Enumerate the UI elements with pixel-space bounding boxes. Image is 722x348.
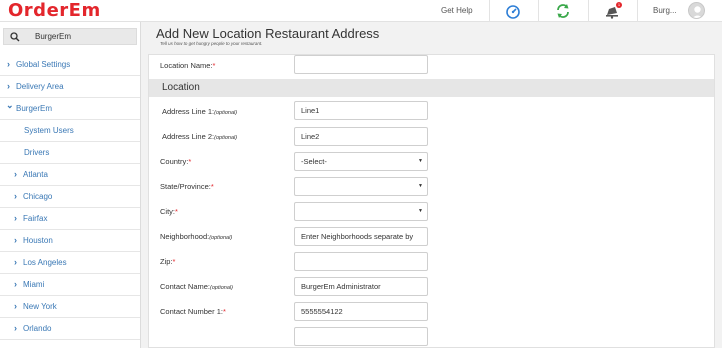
country-select-value: -Select-	[301, 157, 327, 166]
location-form: Location Name:* Location Address Line 1:…	[148, 54, 715, 348]
zip-label: Zip:*	[160, 257, 176, 266]
page-subtitle: Tell us how to get hungry people to your…	[160, 41, 263, 46]
sidebar-item-label: System Users	[24, 126, 74, 135]
location-name-input[interactable]	[294, 55, 428, 74]
sidebar-item-orlando[interactable]: › Orlando	[0, 318, 140, 340]
chevron-right-icon: ›	[14, 213, 17, 223]
page-title: Add New Location Restaurant Address	[156, 26, 380, 41]
sidebar-item-label: Delivery Area	[16, 82, 64, 91]
sidebar-item-houston[interactable]: › Houston	[0, 230, 140, 252]
section-header-location: Location	[149, 79, 714, 97]
sidebar-item-label: Global Settings	[16, 60, 71, 69]
sidebar-item-new-york[interactable]: › New York	[0, 296, 140, 318]
sidebar-item-label: Houston	[23, 236, 53, 245]
sidebar-item-atlanta[interactable]: › Atlanta	[0, 164, 140, 186]
contact-number-input[interactable]: 5555554122	[294, 302, 428, 321]
chevron-right-icon: ›	[14, 191, 17, 201]
sidebar-item-fairfax[interactable]: › Fairfax	[0, 208, 140, 230]
neighborhood-label: Neighborhood:(optional)	[160, 232, 233, 241]
chevron-down-icon: ⌄	[6, 100, 14, 110]
sidebar: BurgerEm › Global Settings › Delivery Ar…	[0, 22, 141, 348]
sidebar-item-label: BurgerEm	[16, 104, 53, 113]
location-name-label: Location Name:*	[160, 61, 216, 70]
address-line-1-input[interactable]: Line1	[294, 101, 428, 120]
address-line-2-input[interactable]: Line2	[294, 127, 428, 146]
sidebar-item-label: Los Angeles	[23, 258, 67, 267]
address-line-2-label: Address Line 2:(optional)	[162, 132, 238, 141]
next-field-input[interactable]	[294, 327, 428, 346]
chevron-right-icon: ›	[14, 323, 17, 333]
app-logo[interactable]: OrderEm	[8, 0, 101, 22]
contact-name-input[interactable]: BurgerEm Administrator	[294, 277, 428, 296]
divider	[538, 0, 539, 22]
user-icon	[692, 6, 703, 18]
sidebar-item-system-users[interactable]: System Users	[0, 120, 140, 142]
city-select[interactable]: ▼	[294, 202, 428, 221]
notification-badge: 1	[616, 2, 622, 8]
sidebar-item-chicago[interactable]: › Chicago	[0, 186, 140, 208]
divider	[637, 0, 638, 22]
dashboard-icon[interactable]	[505, 3, 521, 19]
sidebar-item-burgerem[interactable]: ⌄ BurgerEm	[0, 98, 140, 120]
chevron-down-icon: ▼	[418, 208, 423, 214]
sidebar-item-miami[interactable]: › Miami	[0, 274, 140, 296]
chevron-down-icon: ▼	[418, 158, 423, 164]
chevron-right-icon: ›	[14, 301, 17, 311]
sidebar-item-label: Atlanta	[23, 170, 48, 179]
sidebar-item-label: New York	[23, 302, 57, 311]
refresh-icon[interactable]	[555, 3, 571, 19]
zip-input[interactable]	[294, 252, 428, 271]
avatar[interactable]	[688, 2, 705, 19]
search-icon	[10, 32, 20, 42]
contact-number-label: Contact Number 1:*	[160, 307, 226, 316]
get-help-link[interactable]: Get Help	[441, 0, 473, 22]
chevron-right-icon: ›	[14, 279, 17, 289]
city-label: City:*	[160, 207, 178, 216]
sidebar-item-label: Drivers	[24, 148, 50, 157]
state-select[interactable]: ▼	[294, 177, 428, 196]
chevron-right-icon: ›	[7, 81, 10, 91]
sidebar-item-drivers[interactable]: Drivers	[0, 142, 140, 164]
sidebar-item-global-settings[interactable]: › Global Settings	[0, 54, 140, 76]
country-label: Country:*	[160, 157, 192, 166]
top-bar: OrderEm Get Help 1 Burg...	[0, 0, 722, 22]
chevron-right-icon: ›	[14, 169, 17, 179]
chevron-right-icon: ›	[14, 235, 17, 245]
chevron-right-icon: ›	[7, 59, 10, 69]
chevron-right-icon: ›	[14, 257, 17, 267]
address-line-1-label: Address Line 1:(optional)	[162, 107, 238, 116]
divider	[489, 0, 490, 22]
sidebar-search[interactable]: BurgerEm	[3, 28, 137, 45]
neighborhood-input[interactable]: Enter Neighborhoods separate by	[294, 227, 428, 246]
chevron-down-icon: ▼	[418, 183, 423, 189]
sidebar-item-label: Miami	[23, 280, 45, 289]
sidebar-item-label: Orlando	[23, 324, 52, 333]
main-content: Add New Location Restaurant Address Tell…	[141, 22, 722, 348]
sidebar-item-label: Fairfax	[23, 214, 48, 223]
sidebar-item-label: Chicago	[23, 192, 53, 201]
country-select[interactable]: -Select- ▼	[294, 152, 428, 171]
user-name[interactable]: Burg...	[653, 0, 677, 22]
divider	[588, 0, 589, 22]
search-input[interactable]: BurgerEm	[35, 29, 71, 45]
state-label: State/Province:*	[160, 182, 214, 191]
sidebar-item-delivery-area[interactable]: › Delivery Area	[0, 76, 140, 98]
contact-name-label: Contact Name:(optional)	[160, 282, 233, 291]
sidebar-item-los-angeles[interactable]: › Los Angeles	[0, 252, 140, 274]
